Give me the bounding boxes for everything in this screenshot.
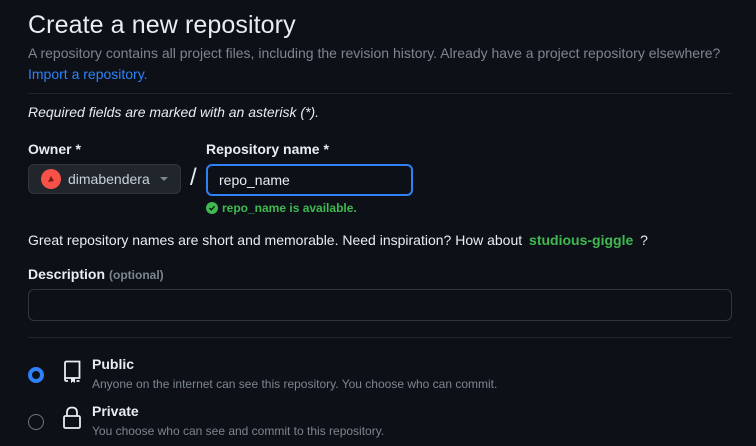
availability-text: repo_name is available. [222, 201, 357, 215]
owner-select-button[interactable]: dimabendera [28, 164, 181, 194]
repo-name-input[interactable] [206, 164, 413, 196]
avatar [41, 169, 61, 189]
inspiration-end: ? [640, 232, 648, 248]
lock-icon [62, 406, 82, 435]
private-title: Private [92, 403, 139, 419]
public-radio[interactable] [28, 367, 44, 383]
owner-repo-separator: / [190, 164, 197, 191]
description-input[interactable] [28, 289, 732, 321]
repo-name-label: Repository name * [206, 141, 329, 157]
triangle-down-icon [159, 177, 168, 181]
check-circle-icon [206, 202, 218, 214]
description-label-row: Description (optional) [28, 264, 164, 284]
import-repository-link[interactable]: Import a repository. [28, 66, 148, 82]
description-label: Description [28, 266, 106, 282]
name-inspiration: Great repository names are short and mem… [28, 230, 648, 250]
private-description: You choose who can see and commit to thi… [92, 424, 385, 438]
owner-label: Owner * [28, 141, 81, 157]
public-description: Anyone on the internet can see this repo… [92, 377, 498, 391]
private-radio[interactable] [28, 414, 44, 430]
availability-message: repo_name is available. [206, 200, 357, 216]
subtitle-text: A repository contains all project files,… [28, 45, 721, 61]
repo-book-icon [62, 360, 82, 389]
inspiration-text: Great repository names are short and mem… [28, 232, 523, 248]
divider [28, 93, 732, 94]
optional-hint: (optional) [109, 268, 164, 282]
divider [28, 337, 732, 338]
name-suggestion-link[interactable]: studious-giggle [529, 232, 633, 248]
avatar-image-icon [48, 176, 54, 182]
page-subtitle: A repository contains all project files,… [28, 43, 748, 85]
public-title: Public [92, 356, 135, 372]
owner-name: dimabendera [68, 171, 150, 187]
page-title: Create a new repository [28, 11, 296, 39]
required-fields-note: Required fields are marked with an aster… [28, 104, 320, 120]
